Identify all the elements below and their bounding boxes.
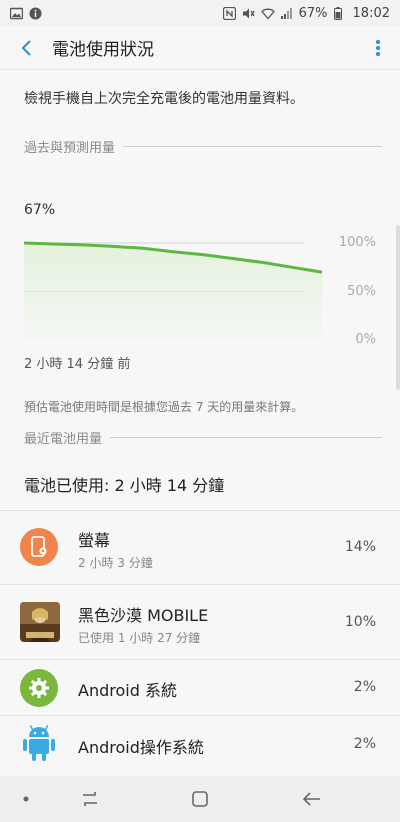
usage-summary: 電池已使用: 2 小時 14 分鐘 — [24, 476, 225, 495]
list-item[interactable]: 黑色沙漠 MOBILE 已使用 1 小時 27 分鐘 10% — [0, 584, 400, 659]
nav-dot-button[interactable] — [18, 776, 34, 822]
item-name: 螢幕 — [78, 531, 111, 550]
wifi-icon — [260, 7, 275, 20]
more-vert-icon — [376, 39, 380, 56]
more-options-button[interactable] — [360, 26, 396, 70]
back-arrow-icon — [21, 39, 31, 56]
game-icon — [20, 602, 60, 642]
nav-back-button[interactable] — [292, 776, 332, 822]
item-percent: 2% — [353, 679, 376, 695]
list-item[interactable]: Android操作系統 2% — [0, 715, 400, 773]
divider — [123, 146, 382, 147]
android-icon — [20, 724, 58, 762]
item-name: Android操作系統 — [78, 738, 204, 757]
gear-icon — [20, 669, 58, 707]
status-bar: 67% 18:02 — [0, 0, 400, 26]
item-percent: 14% — [344, 539, 376, 555]
screen-icon — [20, 528, 58, 566]
section-title-past: 過去與預測用量 — [24, 141, 116, 156]
battery-icon — [333, 6, 347, 20]
recent-apps-icon — [83, 792, 97, 806]
divider — [110, 437, 382, 438]
battery-percent: 67% — [298, 5, 328, 21]
info-icon — [29, 7, 42, 20]
item-name: Android 系統 — [78, 681, 177, 700]
y-tick-label: 50% — [347, 283, 376, 299]
image-icon — [9, 7, 24, 20]
item-detail: 2 小時 3 分鐘 — [78, 556, 153, 570]
home-button[interactable] — [180, 776, 220, 822]
y-tick-label: 100% — [338, 235, 376, 250]
section-title-recent: 最近電池用量 — [24, 432, 103, 447]
estimate-note: 預估電池使用時間是根據您過去 7 天的用量來計算。 — [24, 400, 304, 414]
app-bar: 電池使用狀況 — [0, 26, 400, 70]
section-header-past: 過去與預測用量 — [24, 137, 382, 156]
list-item[interactable]: 螢幕 2 小時 3 分鐘 14% — [0, 510, 400, 584]
back-button[interactable] — [4, 26, 48, 70]
scrollbar[interactable] — [396, 225, 400, 390]
battery-chart: 67% 100% 50% 0% 2 小時 14 分鐘 前 — [0, 190, 400, 380]
usage-list: 螢幕 2 小時 3 分鐘 14% 黑色沙漠 MOBILE 已使用 1 小時 27… — [0, 510, 400, 773]
nfc-icon — [222, 6, 236, 20]
item-detail: 已使用 1 小時 27 分鐘 — [78, 631, 201, 645]
navigation-bar — [0, 776, 400, 822]
dot-icon — [23, 796, 29, 802]
item-percent: 2% — [353, 736, 376, 752]
y-tick-label: 0% — [355, 332, 376, 347]
recent-apps-button[interactable] — [70, 776, 110, 822]
section-header-recent: 最近電池用量 — [24, 428, 382, 447]
chart-plot — [23, 241, 323, 340]
chart-x-label: 2 小時 14 分鐘 前 — [24, 357, 131, 372]
description: 檢視手機自上次完全充電後的電池用量資料。 — [24, 91, 304, 107]
clock: 18:02 — [352, 5, 390, 21]
page-title: 電池使用狀況 — [52, 40, 154, 60]
back-nav-icon — [303, 792, 320, 806]
list-item[interactable]: Android 系統 2% — [0, 659, 400, 715]
signal-icon — [280, 7, 293, 20]
mute-icon — [242, 7, 255, 20]
home-icon — [192, 791, 208, 807]
item-name: 黑色沙漠 MOBILE — [78, 606, 209, 625]
item-percent: 10% — [344, 614, 376, 630]
chart-area-fill — [24, 243, 322, 340]
